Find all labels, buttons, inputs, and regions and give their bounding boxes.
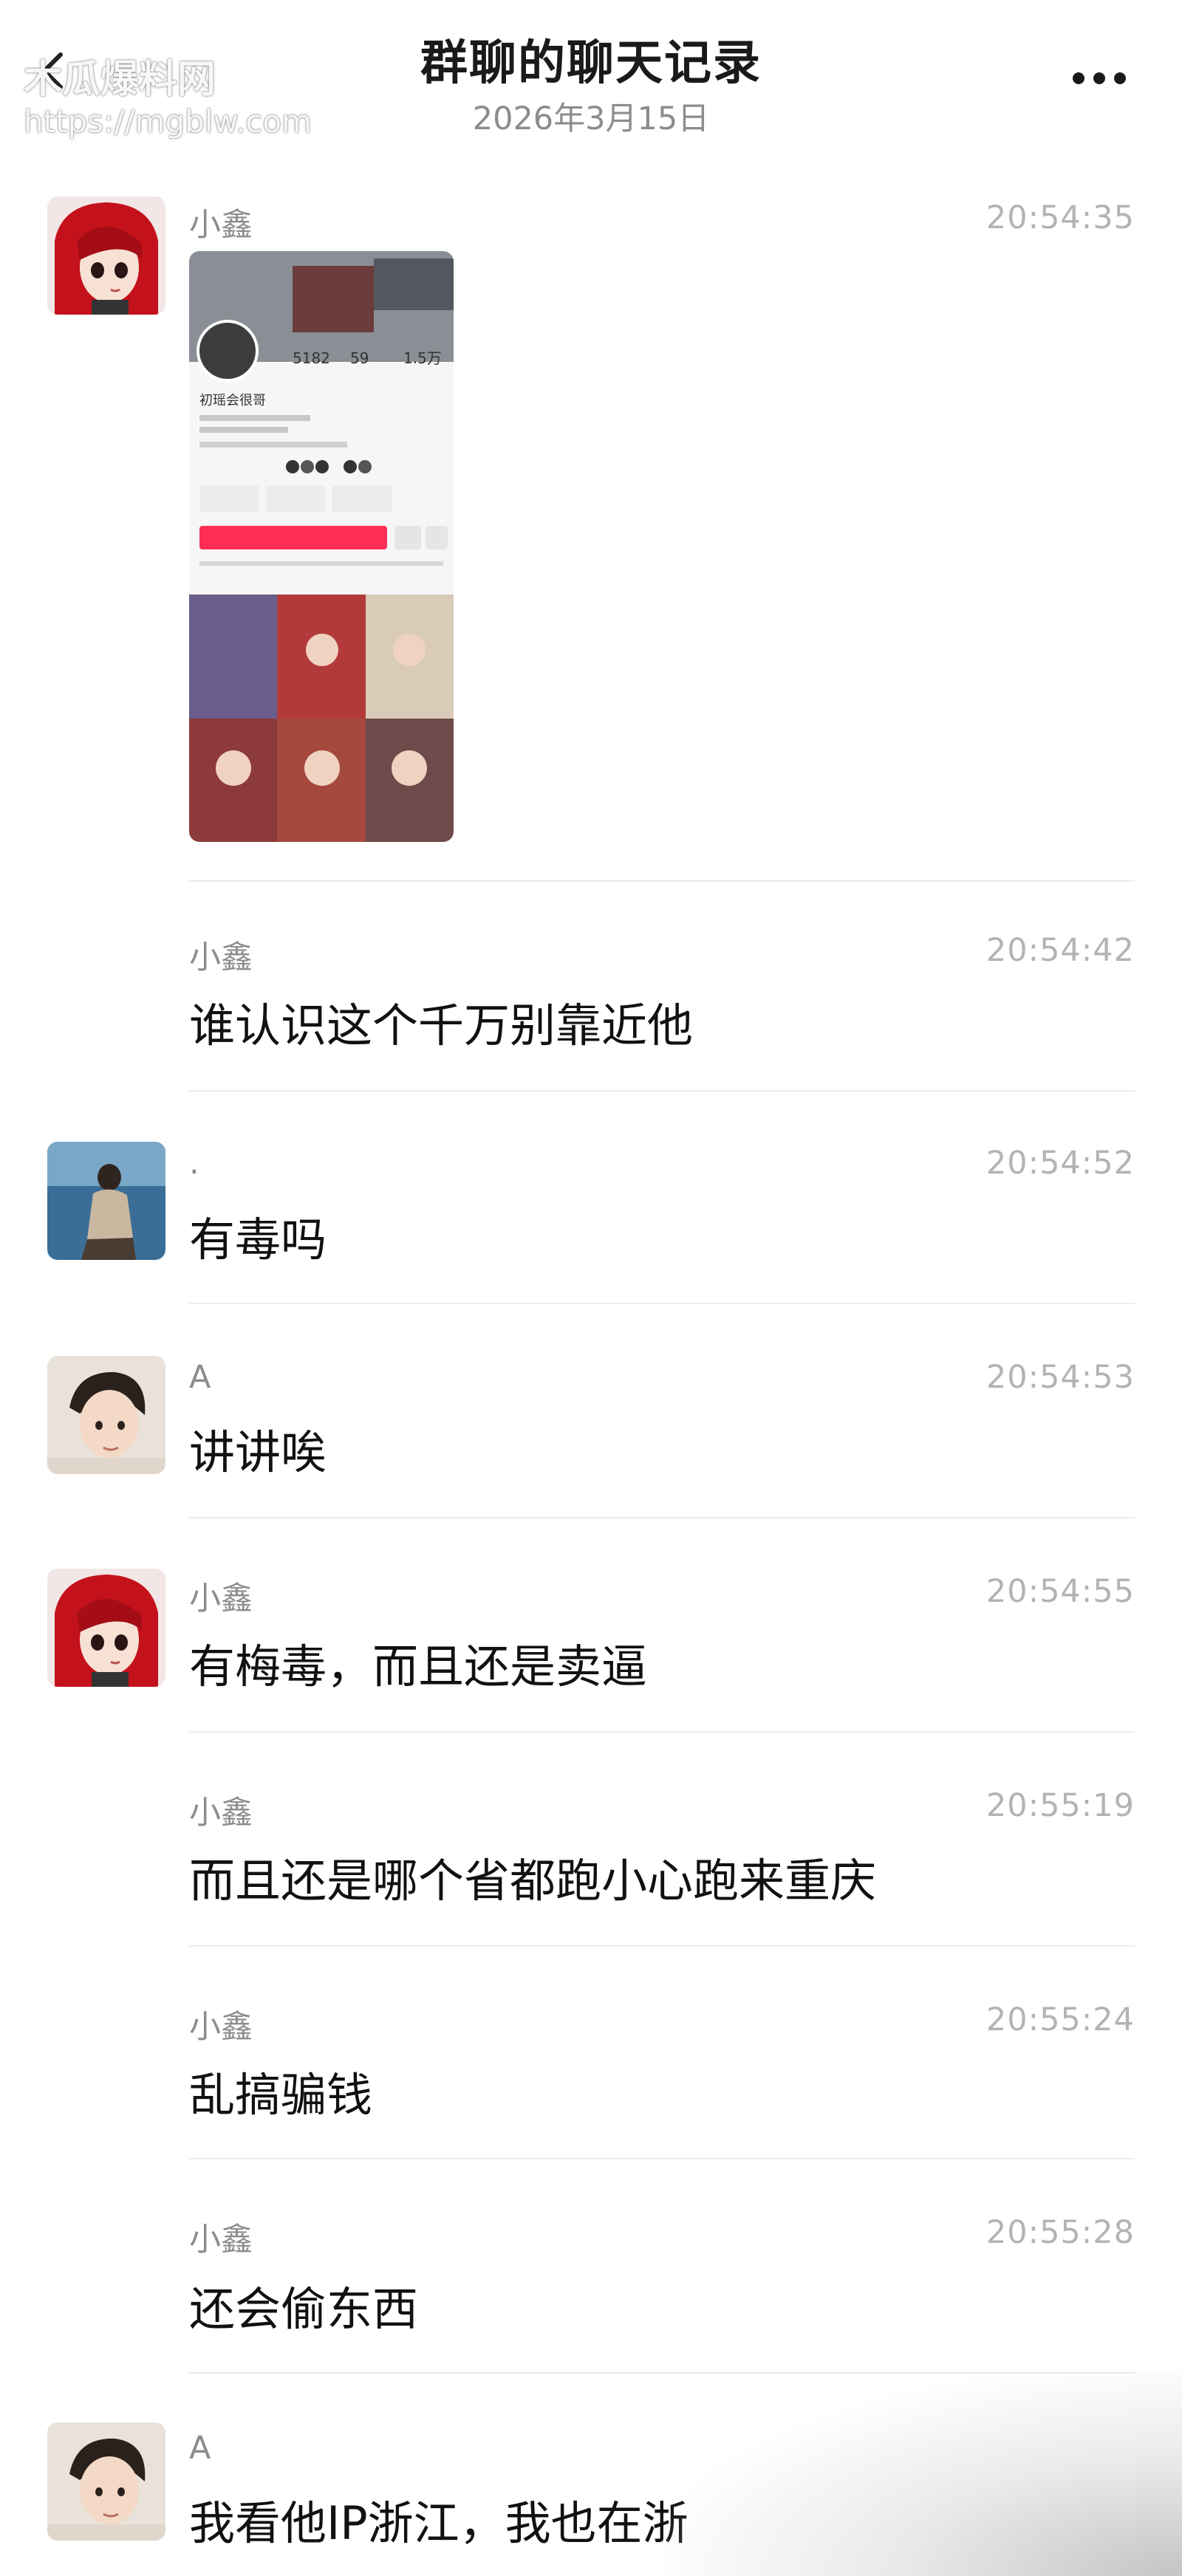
sender-name: A xyxy=(189,1359,211,1396)
avatar-red-hair[interactable] xyxy=(47,196,165,315)
profile-stat-3: 1.5万 xyxy=(403,349,442,367)
message-text[interactable]: 讲讲唉 xyxy=(189,1415,327,1481)
avatar-boy[interactable] xyxy=(47,1356,165,1474)
header-bar: 群聊的聊天记录 2026年3月15日 木瓜爆料网 https://mgblw.c… xyxy=(0,0,1182,170)
message-divider xyxy=(189,1303,1135,1304)
image-corner-fade xyxy=(665,2371,1182,2576)
red-hair-anime-avatar-icon xyxy=(47,196,165,315)
sender-name: 小鑫 xyxy=(189,1795,253,1832)
message-divider xyxy=(189,1090,1135,1092)
avatar-person[interactable] xyxy=(47,1142,165,1260)
watermark-title: 木瓜爆料网 xyxy=(24,58,216,102)
sender-name: 小鑫 xyxy=(189,1580,253,1617)
message-divider xyxy=(189,2158,1135,2159)
message-divider xyxy=(189,2372,1135,2374)
watermark-url: https://mgblw.com xyxy=(24,103,312,140)
sender-name: 小鑫 xyxy=(189,939,253,976)
profile-stat-2: 59 xyxy=(350,349,369,367)
sender-name: 小鑫 xyxy=(189,207,253,244)
message-text[interactable]: 谁认识这个千万别靠近他 xyxy=(189,988,693,1055)
site-watermark: 木瓜爆料网 https://mgblw.com xyxy=(24,58,312,146)
avatar-red-hair[interactable] xyxy=(47,1569,165,1687)
message-time: 20:54:35 xyxy=(985,199,1135,236)
message-divider xyxy=(189,1731,1135,1733)
sender-name: A xyxy=(189,2430,211,2467)
message-text[interactable]: 有毒吗 xyxy=(189,1202,327,1269)
message-divider xyxy=(189,1945,1135,1947)
photo-avatar-person-icon xyxy=(47,1142,165,1260)
profile-screenshot-image: 5182 59 1.5万 初瑶会很哥 xyxy=(189,251,454,842)
message-divider xyxy=(189,880,1135,882)
message-time: 20:54:53 xyxy=(985,1359,1135,1396)
message-time: 20:54:52 xyxy=(985,1145,1135,1182)
sender-name: . xyxy=(189,1145,199,1182)
photo-avatar-boy-icon xyxy=(47,1356,165,1474)
message-time: 20:54:55 xyxy=(985,1573,1135,1610)
message-text[interactable]: 还会偷东西 xyxy=(189,2272,418,2338)
sender-name: 小鑫 xyxy=(189,2222,253,2258)
sender-name: 小鑫 xyxy=(189,2009,253,2046)
red-hair-anime-avatar-icon xyxy=(47,1569,165,1687)
profile-name: 初瑶会很哥 xyxy=(199,393,266,408)
more-dots-icon[interactable] xyxy=(1071,71,1127,86)
message-text[interactable]: 而且还是哪个省都跑小心跑来重庆 xyxy=(189,1843,876,1910)
profile-stat-1: 5182 xyxy=(293,349,330,367)
shared-image-profile-screenshot[interactable]: 5182 59 1.5万 初瑶会很哥 xyxy=(189,251,454,842)
message-time: 20:55:19 xyxy=(985,1787,1135,1824)
message-time: 20:55:24 xyxy=(985,2001,1135,2038)
avatar-boy[interactable] xyxy=(47,2422,165,2541)
message-time: 20:54:42 xyxy=(985,932,1135,969)
message-text[interactable]: 我看他IP浙江，我也在浙 xyxy=(189,2486,689,2552)
photo-avatar-boy-icon xyxy=(47,2422,165,2541)
message-text[interactable]: 有梅毒，而且还是卖逼 xyxy=(189,1629,647,1696)
message-time: 20:55:28 xyxy=(985,2214,1135,2251)
message-text[interactable]: 乱搞骗钱 xyxy=(189,2058,372,2124)
message-divider xyxy=(189,1517,1135,1518)
